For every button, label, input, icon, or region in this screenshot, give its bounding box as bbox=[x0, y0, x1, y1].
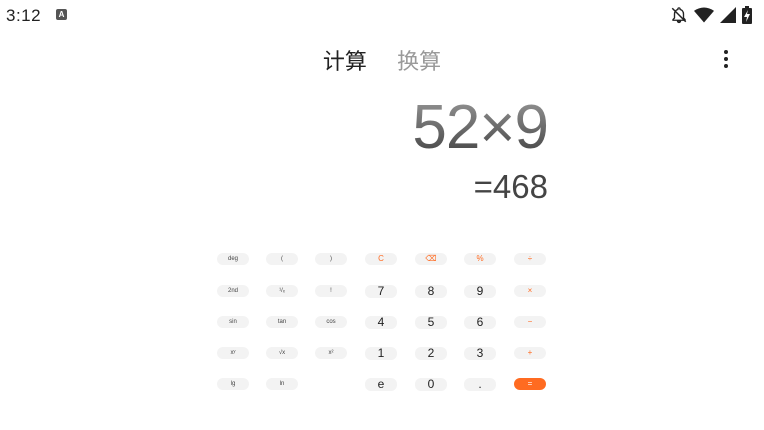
digit-6-key[interactable]: 6 bbox=[464, 316, 496, 329]
result-display: =468 bbox=[473, 168, 548, 205]
square-key[interactable]: x² bbox=[315, 347, 347, 359]
digit-8-key[interactable]: 8 bbox=[415, 285, 447, 298]
reciprocal-key[interactable]: ¹/ₓ bbox=[266, 285, 298, 297]
cos-key[interactable]: cos bbox=[315, 316, 347, 328]
digit-2-key[interactable]: 2 bbox=[415, 347, 447, 360]
lg-key[interactable]: lg bbox=[217, 378, 249, 390]
digit-3-key[interactable]: 3 bbox=[464, 347, 496, 360]
open-paren-key[interactable]: ( bbox=[266, 253, 298, 265]
wifi-icon bbox=[694, 7, 714, 23]
euler-e-key[interactable]: e bbox=[365, 378, 397, 391]
backspace-key[interactable]: ⌫ bbox=[415, 253, 447, 265]
mode-tabs: 计算 换算 bbox=[0, 44, 764, 76]
second-function-key[interactable]: 2nd bbox=[217, 285, 249, 297]
sin-key[interactable]: sin bbox=[217, 316, 249, 328]
app-notification-icon: A bbox=[56, 9, 67, 20]
digit-1-key[interactable]: 1 bbox=[365, 347, 397, 360]
clear-key[interactable]: C bbox=[365, 253, 397, 265]
digit-0-key[interactable]: 0 bbox=[415, 378, 447, 391]
status-icons bbox=[670, 6, 752, 24]
deg-key[interactable]: deg bbox=[217, 253, 249, 265]
battery-charging-icon bbox=[742, 6, 752, 24]
ln-key[interactable]: ln bbox=[266, 378, 298, 390]
multiply-key[interactable]: × bbox=[514, 285, 546, 297]
minus-key[interactable]: − bbox=[514, 316, 546, 328]
tab-calculate[interactable]: 计算 bbox=[323, 44, 367, 76]
equals-key[interactable]: = bbox=[514, 378, 546, 390]
digit-4-key[interactable]: 4 bbox=[365, 316, 397, 329]
cellular-signal-icon bbox=[720, 7, 736, 23]
digit-9-key[interactable]: 9 bbox=[464, 285, 496, 298]
digit-7-key[interactable]: 7 bbox=[365, 285, 397, 298]
more-options-icon[interactable] bbox=[722, 50, 730, 70]
factorial-key[interactable]: ! bbox=[315, 285, 347, 297]
decimal-point-key[interactable]: . bbox=[464, 378, 496, 391]
status-time: 3:12 bbox=[6, 6, 42, 25]
expression-display: 52×9 bbox=[412, 93, 549, 162]
percent-key[interactable]: % bbox=[464, 253, 496, 265]
plus-key[interactable]: + bbox=[514, 347, 546, 359]
divide-key[interactable]: ÷ bbox=[514, 253, 546, 265]
power-key[interactable]: xʸ bbox=[217, 347, 249, 359]
close-paren-key[interactable]: ) bbox=[315, 253, 347, 265]
square-root-key[interactable]: √x bbox=[266, 347, 298, 359]
tab-convert[interactable]: 换算 bbox=[397, 44, 441, 76]
digit-5-key[interactable]: 5 bbox=[415, 316, 447, 329]
tan-key[interactable]: tan bbox=[266, 316, 298, 328]
notifications-off-icon bbox=[671, 7, 687, 24]
